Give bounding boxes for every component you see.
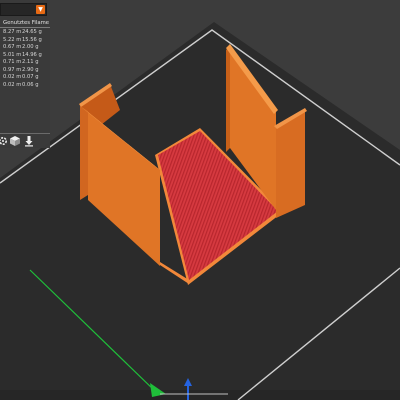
filament-weight: 2.90 g	[22, 66, 39, 73]
filament-length: 5.01 m	[3, 51, 22, 58]
build-plate-shadow	[0, 390, 400, 400]
legend-rows: 8.27 m 24.65 g 5.22 m 15.56 g 0.67 m 2.0…	[0, 29, 50, 89]
filament-weight: 2.00 g	[22, 44, 39, 50]
filament-weight: 2.11 g	[22, 59, 39, 65]
wall-right-inner	[226, 46, 230, 152]
filament-weight: 15.56 g	[22, 36, 42, 43]
filament-weight: 0.06 g	[22, 81, 39, 88]
filament-weight: 24.65 g	[22, 29, 42, 35]
export-icon[interactable]	[23, 135, 35, 147]
chevron-down-icon[interactable]: ▼	[36, 5, 45, 14]
filament-length: 0.02 m	[3, 74, 22, 80]
print-preview-scene	[0, 0, 400, 400]
filament-length: 0.02 m	[3, 81, 22, 88]
toolbar-divider	[0, 133, 50, 134]
legend-row: 0.02 m 0.07 g	[0, 74, 50, 82]
filament-length: 0.71 m	[3, 59, 22, 65]
legend-row: 0.97 m 2.90 g	[0, 67, 50, 75]
filament-length: 5.22 m	[3, 36, 22, 43]
viewport-toolbar	[0, 135, 50, 147]
filament-legend-panel: ▼ Genutztes Filament 8.27 m 24.65 g 5.22…	[0, 0, 50, 148]
filament-length: 0.97 m	[3, 66, 22, 73]
filament-length: 0.67 m	[3, 44, 22, 50]
3d-viewport[interactable]	[0, 0, 400, 400]
legend-header: Genutztes Filament	[3, 20, 49, 26]
legend-row: 0.71 m 2.11 g	[0, 59, 50, 67]
filament-weight: 14.96 g	[22, 51, 42, 58]
view-type-dropdown[interactable]: ▼	[0, 3, 47, 16]
legend-row: 5.01 m 14.96 g	[0, 52, 50, 60]
wall-left-outer	[80, 106, 88, 200]
legend-row: 0.02 m 0.06 g	[0, 82, 50, 90]
filament-length: 8.27 m	[3, 29, 22, 35]
gear-icon[interactable]	[0, 135, 9, 147]
legend-row: 5.22 m 15.56 g	[0, 37, 50, 45]
filament-weight: 0.07 g	[22, 74, 39, 80]
legend-row: 8.27 m 24.65 g	[0, 29, 50, 37]
view-cube-icon[interactable]	[9, 135, 21, 147]
legend-row: 0.67 m 2.00 g	[0, 44, 50, 52]
legend-divider	[0, 27, 50, 28]
